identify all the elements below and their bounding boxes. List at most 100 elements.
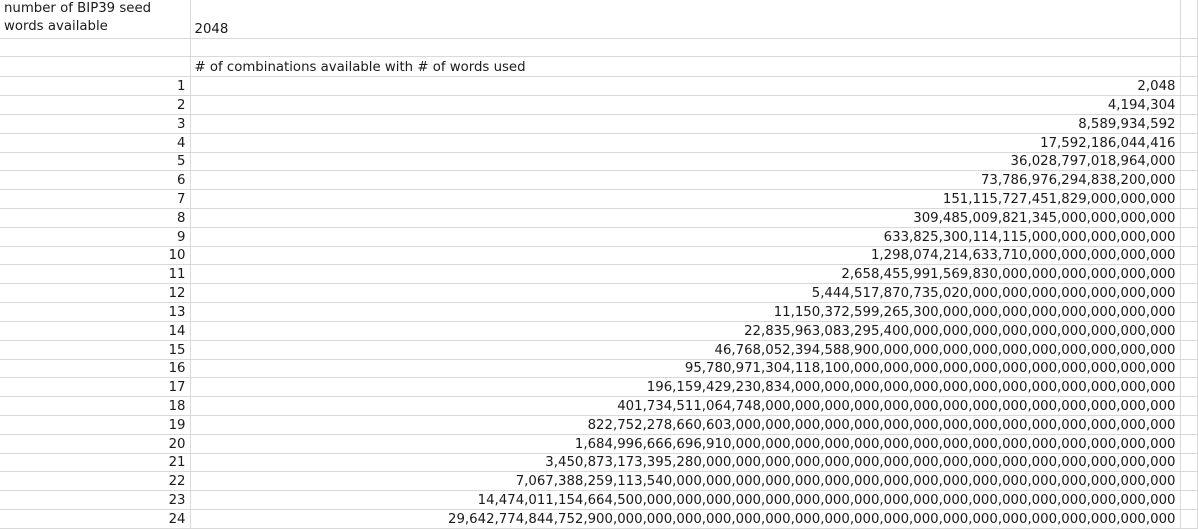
cell-word-count[interactable]: 6 (0, 170, 191, 191)
table-row: 4 17,592,186,044,416 (0, 133, 1198, 153)
cell-table-title[interactable]: # of combinations available with # of wo… (190, 56, 1181, 78)
cell-word-count[interactable]: 16 (0, 359, 191, 379)
cell-combinations[interactable]: 73,786,976,294,838,200,000 (190, 170, 1181, 191)
table-row: 22 7,067,388,259,113,540,000,000,000,000,… (0, 471, 1198, 492)
cell-empty[interactable] (1180, 396, 1198, 416)
cell-word-count[interactable]: 19 (0, 415, 191, 435)
table-row: 6 73,786,976,294,838,200,000 (0, 170, 1198, 191)
cell-combinations[interactable]: 3,450,873,173,395,280,000,000,000,000,00… (190, 453, 1181, 473)
cell-word-count[interactable]: 24 (0, 509, 191, 529)
cell-combinations[interactable]: 29,642,774,844,752,900,000,000,000,000,0… (190, 509, 1181, 529)
cell-word-count[interactable]: 22 (0, 471, 191, 492)
cell-word-count[interactable]: 15 (0, 340, 191, 360)
cell-empty[interactable] (1180, 359, 1198, 379)
cell-word-count[interactable]: 8 (0, 208, 191, 228)
cell-empty[interactable] (1180, 509, 1198, 529)
cell-empty[interactable] (1180, 434, 1198, 454)
cell-word-count[interactable]: 13 (0, 302, 191, 322)
cell-empty[interactable] (1180, 227, 1198, 247)
cell-empty[interactable] (1180, 490, 1198, 511)
cell-combinations[interactable]: 4,194,304 (190, 95, 1181, 115)
cell-word-count[interactable]: 4 (0, 133, 191, 153)
cell-combinations[interactable]: 7,067,388,259,113,540,000,000,000,000,00… (190, 471, 1181, 492)
table-row: 19 822,752,278,660,603,000,000,000,000,00… (0, 415, 1198, 435)
cell-empty[interactable] (1180, 453, 1198, 473)
cell-combinations[interactable]: 196,159,429,230,834,000,000,000,000,000,… (190, 377, 1181, 398)
cell-empty[interactable] (1180, 246, 1198, 266)
cell-word-count[interactable]: 21 (0, 453, 191, 473)
cell-combinations[interactable]: 8,589,934,592 (190, 114, 1181, 134)
cell-empty[interactable] (1180, 152, 1198, 172)
table-row: 1 2,048 (0, 76, 1198, 97)
cell-empty[interactable] (1180, 133, 1198, 153)
cell-word-count[interactable]: 17 (0, 377, 191, 398)
table-row: 2 4,194,304 (0, 95, 1198, 115)
table-row: 12 5,444,517,870,735,020,000,000,000,000,… (0, 283, 1198, 304)
cell-word-count[interactable]: 10 (0, 246, 191, 266)
table-row: 21 3,450,873,173,395,280,000,000,000,000,… (0, 453, 1198, 473)
cell-combinations[interactable]: 17,592,186,044,416 (190, 133, 1181, 153)
cell-combinations[interactable]: 5,444,517,870,735,020,000,000,000,000,00… (190, 283, 1181, 304)
table-row: 24 29,642,774,844,752,900,000,000,000,000… (0, 509, 1198, 529)
cell-empty[interactable] (1180, 377, 1198, 398)
cell-empty[interactable] (1180, 208, 1198, 228)
cell-combinations[interactable]: 633,825,300,114,115,000,000,000,000,000 (190, 227, 1181, 247)
cell-empty[interactable] (1180, 340, 1198, 360)
cell-word-count[interactable]: 23 (0, 490, 191, 511)
table-row: 23 14,474,011,154,664,500,000,000,000,000… (0, 490, 1198, 511)
cell-word-count[interactable]: 12 (0, 283, 191, 304)
cell-empty[interactable] (1180, 415, 1198, 435)
cell-word-count[interactable]: 9 (0, 227, 191, 247)
cell-empty[interactable] (1180, 189, 1198, 210)
cell-empty[interactable] (0, 56, 191, 78)
cell-combinations[interactable]: 22,835,963,083,295,400,000,000,000,000,0… (190, 321, 1181, 341)
cell-empty[interactable] (1180, 283, 1198, 304)
cell-empty[interactable] (1180, 170, 1198, 191)
cell-empty[interactable] (1180, 95, 1198, 115)
cell-combinations[interactable]: 401,734,511,064,748,000,000,000,000,000,… (190, 396, 1181, 416)
cell-empty[interactable] (1180, 38, 1198, 58)
cell-empty[interactable] (1180, 302, 1198, 322)
cell-word-count[interactable]: 5 (0, 152, 191, 172)
table-row: 13 11,150,372,599,265,300,000,000,000,000… (0, 302, 1198, 322)
table-row: 16 95,780,971,304,118,100,000,000,000,000… (0, 359, 1198, 379)
table-row: 3 8,589,934,592 (0, 114, 1198, 134)
cell-empty[interactable] (1180, 56, 1198, 78)
cell-combinations[interactable]: 2,658,455,991,569,830,000,000,000,000,00… (190, 264, 1181, 285)
cell-empty[interactable] (1180, 264, 1198, 285)
cell-word-count[interactable]: 2 (0, 95, 191, 115)
cell-word-count[interactable]: 11 (0, 264, 191, 285)
cell-word-count[interactable]: 1 (0, 76, 191, 97)
cell-word-count[interactable]: 18 (0, 396, 191, 416)
cell-combinations[interactable]: 1,298,074,214,633,710,000,000,000,000,00… (190, 246, 1181, 266)
cell-combinations[interactable]: 309,485,009,821,345,000,000,000,000 (190, 208, 1181, 228)
cell-seed-words-label[interactable]: number of BIP39 seed words available (0, 0, 191, 39)
cell-combinations[interactable]: 151,115,727,451,829,000,000,000 (190, 189, 1181, 210)
cell-combinations[interactable]: 95,780,971,304,118,100,000,000,000,000,0… (190, 359, 1181, 379)
cell-word-count[interactable]: 3 (0, 114, 191, 134)
cell-empty[interactable] (1180, 76, 1198, 97)
cell-word-count[interactable]: 14 (0, 321, 191, 341)
cell-combinations[interactable]: 822,752,278,660,603,000,000,000,000,000,… (190, 415, 1181, 435)
cell-empty[interactable] (190, 38, 1181, 58)
cell-combinations[interactable]: 11,150,372,599,265,300,000,000,000,000,0… (190, 302, 1181, 322)
cell-combinations[interactable]: 2,048 (190, 76, 1181, 97)
cell-word-count[interactable]: 20 (0, 434, 191, 454)
table-row: 11 2,658,455,991,569,830,000,000,000,000,… (0, 264, 1198, 285)
cell-combinations[interactable]: 36,028,797,018,964,000 (190, 152, 1181, 172)
cell-word-count[interactable]: 7 (0, 189, 191, 210)
cell-combinations[interactable]: 14,474,011,154,664,500,000,000,000,000,0… (190, 490, 1181, 511)
cell-empty[interactable] (0, 38, 191, 58)
cell-empty[interactable] (1180, 0, 1198, 39)
cell-seed-words-value[interactable]: 2048 (190, 0, 1181, 39)
table-row: 20 1,684,996,666,696,910,000,000,000,000,… (0, 434, 1198, 454)
cell-empty[interactable] (1180, 471, 1198, 492)
cell-combinations[interactable]: 46,768,052,394,588,900,000,000,000,000,0… (190, 340, 1181, 360)
cell-empty[interactable] (1180, 114, 1198, 134)
cell-empty[interactable] (1180, 321, 1198, 341)
table-row: 15 46,768,052,394,588,900,000,000,000,000… (0, 340, 1198, 360)
header-row: number of BIP39 seed words available 204… (0, 0, 1198, 39)
table-row: 17 196,159,429,230,834,000,000,000,000,00… (0, 377, 1198, 398)
spreadsheet-grid: number of BIP39 seed words available 204… (0, 0, 1198, 529)
cell-combinations[interactable]: 1,684,996,666,696,910,000,000,000,000,00… (190, 434, 1181, 454)
